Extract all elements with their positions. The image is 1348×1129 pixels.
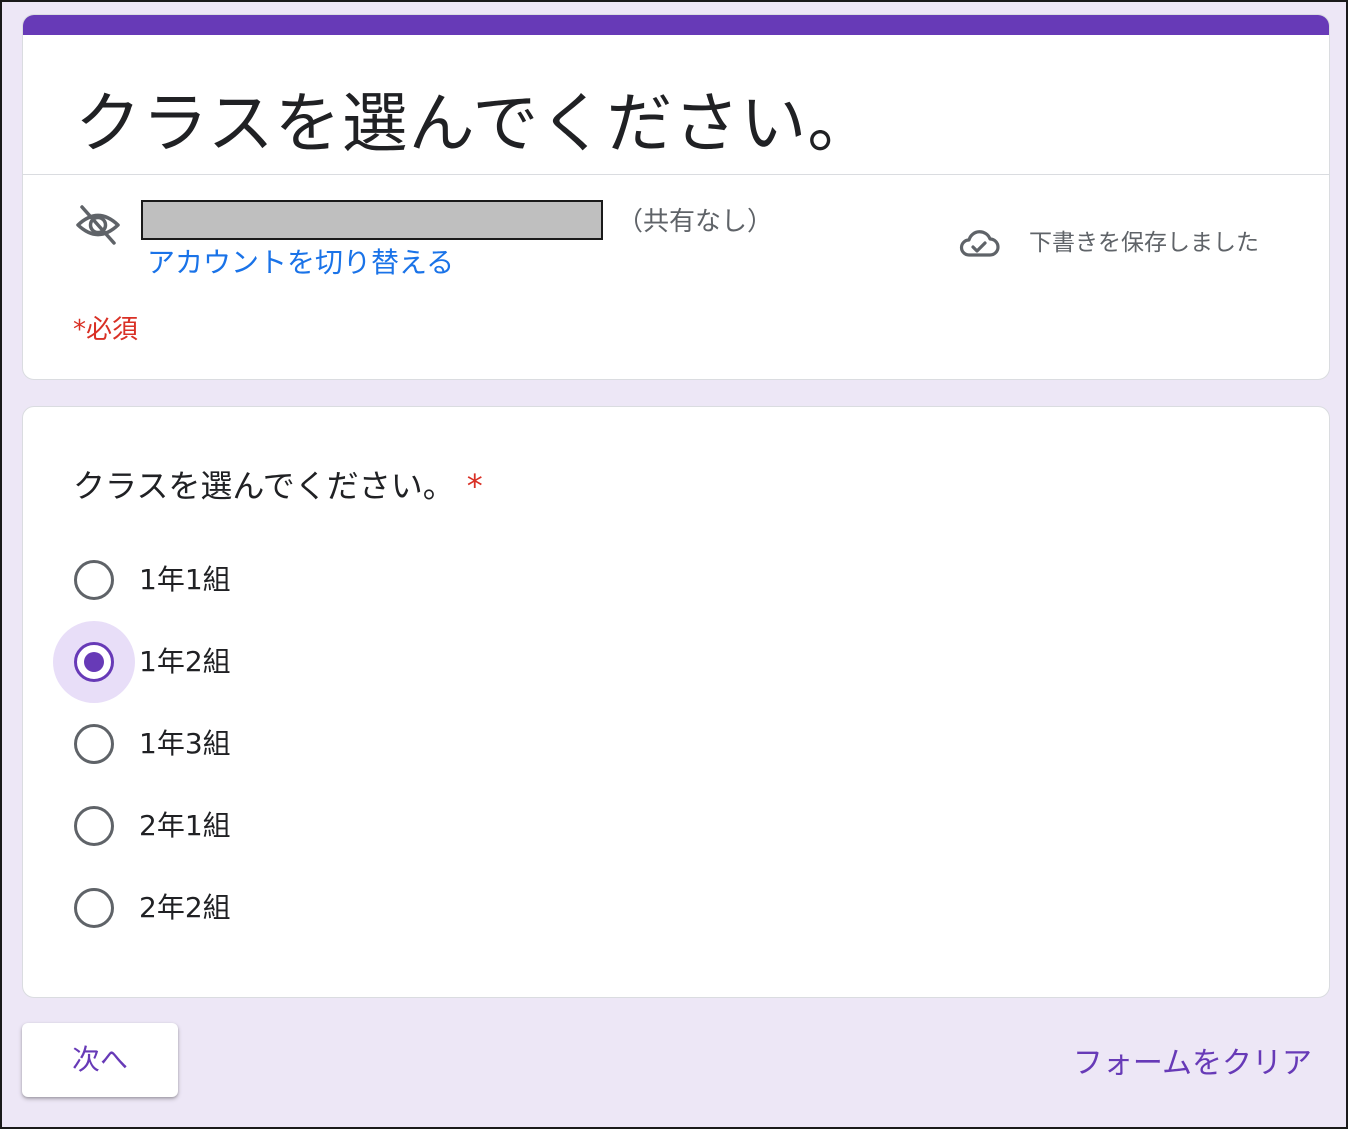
radio-selected-dot — [84, 652, 104, 672]
form-header-card: クラスを選んでください。 （共有なし） アカウントを切り替える 下書きを保存しま… — [22, 14, 1330, 380]
required-star: * — [466, 467, 483, 505]
next-button[interactable]: 次へ — [22, 1023, 178, 1097]
radio-button[interactable] — [74, 560, 114, 600]
radio-option-1[interactable]: 1年1組 — [53, 539, 453, 619]
radio-option-2[interactable]: 1年2組 — [53, 621, 453, 703]
clear-form-link[interactable]: フォームをクリア — [1073, 1038, 1312, 1082]
eye-off-icon — [75, 202, 121, 248]
draft-saved-status: 下書きを保存しました — [1029, 230, 1259, 256]
option-label: 1年2組 — [139, 645, 231, 678]
account-email-redacted — [141, 200, 603, 240]
radio-option-5[interactable]: 2年2組 — [53, 867, 453, 947]
radio-button[interactable] — [74, 806, 114, 846]
radio-button[interactable] — [74, 642, 114, 682]
option-label: 1年1組 — [139, 563, 231, 596]
form-title: クラスを選んでください。 — [75, 85, 875, 162]
question-title-text: クラスを選んでください。 — [73, 467, 455, 505]
radio-option-4[interactable]: 2年1組 — [53, 785, 453, 865]
option-label: 2年2組 — [139, 891, 231, 924]
divider — [23, 174, 1329, 175]
accent-bar — [23, 15, 1329, 35]
cloud-check-icon — [957, 221, 1001, 265]
radio-button[interactable] — [74, 724, 114, 764]
share-status: （共有なし） — [617, 207, 774, 237]
radio-option-3[interactable]: 1年3組 — [53, 703, 453, 783]
required-note: *必須 — [73, 315, 139, 345]
radio-button[interactable] — [74, 888, 114, 928]
option-label: 1年3組 — [139, 727, 231, 760]
option-label: 2年1組 — [139, 809, 231, 842]
question-title: クラスを選んでください。 * — [73, 461, 483, 507]
question-card: クラスを選んでください。 * 1年1組 1年2組 1年3組 2年1組 2年2組 — [22, 406, 1330, 998]
switch-account-link[interactable]: アカウントを切り替える — [147, 241, 454, 281]
